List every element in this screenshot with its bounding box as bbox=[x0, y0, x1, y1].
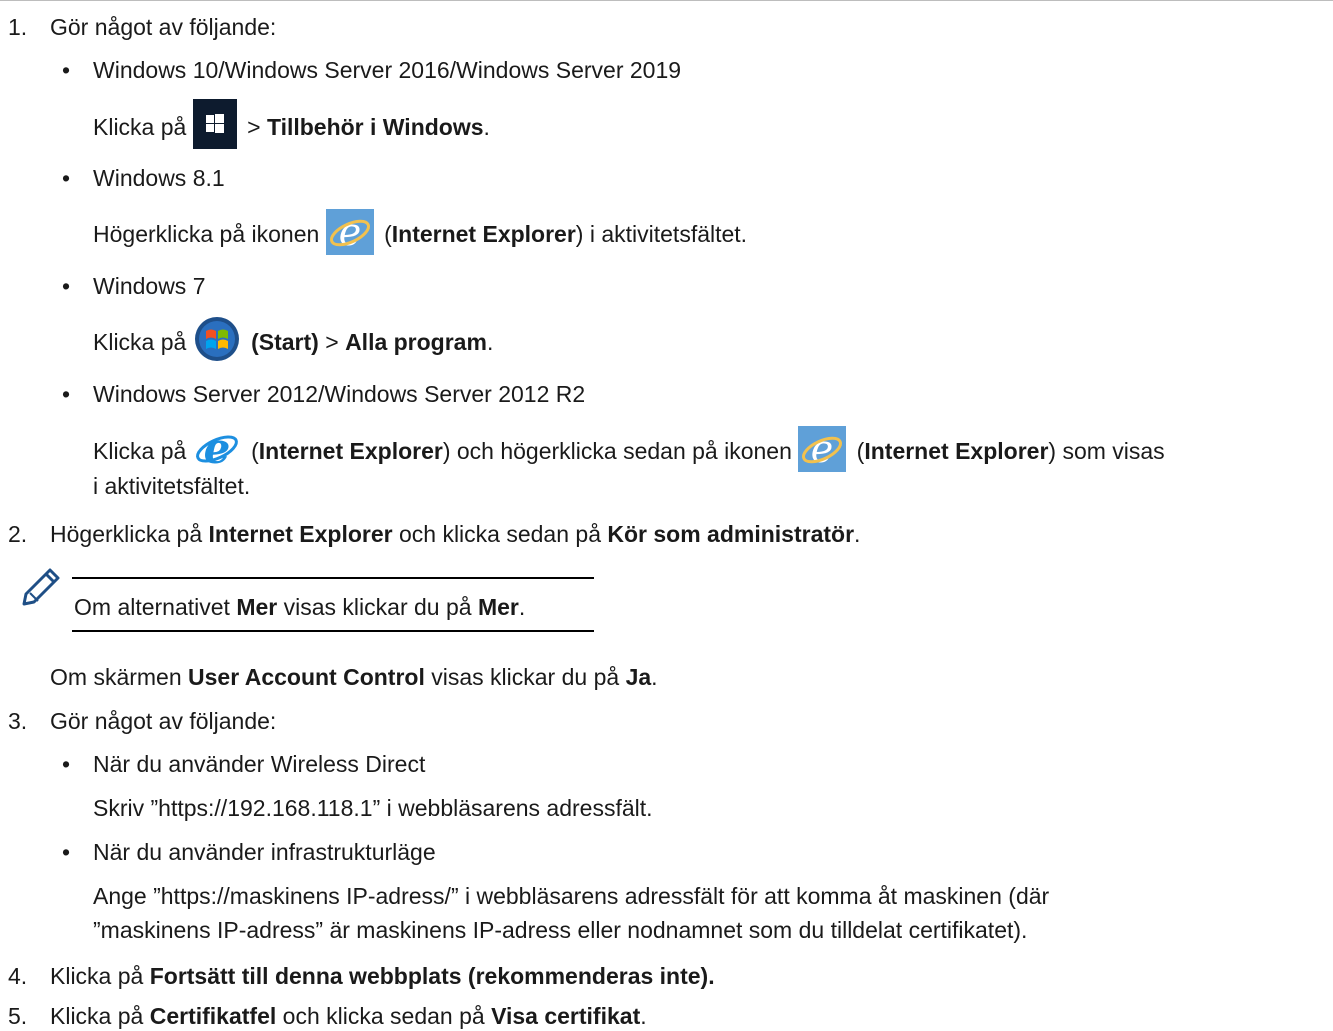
os-ws2012-title: Windows Server 2012/Windows Server 2012 … bbox=[93, 381, 586, 407]
step-5-text: Klicka på Certifikatfel och klicka sedan… bbox=[50, 1003, 647, 1029]
os-win7-instruction: Klicka på (Start) > Alla program. bbox=[93, 317, 493, 361]
step-3-number: 3. bbox=[8, 708, 28, 734]
bullet: • bbox=[62, 273, 71, 299]
os-win81-title: Windows 8.1 bbox=[93, 165, 225, 191]
internet-explorer-taskbar-icon: e bbox=[325, 209, 374, 255]
os-ws2012-instruction: Klicka på e (Internet Explorer) och höge… bbox=[93, 423, 1165, 473]
top-divider bbox=[0, 0, 1333, 1]
bullet: • bbox=[62, 839, 71, 865]
os-win10-instruction: Klicka på > Tillbehör i Windows. bbox=[93, 99, 490, 149]
step-4-number: 4. bbox=[8, 963, 28, 989]
mode-infrastructure-text-1: Ange ”https://maskinens IP-adress/” i we… bbox=[93, 883, 1050, 909]
os-ws2012-instruction-cont: i aktivitetsfältet. bbox=[93, 473, 251, 499]
bullet: • bbox=[62, 165, 71, 191]
uac-text: Om skärmen User Account Control visas kl… bbox=[50, 664, 658, 690]
step-2-text: Högerklicka på Internet Explorer och kli… bbox=[50, 521, 861, 547]
pencil-note-icon bbox=[20, 566, 62, 614]
step-5-number: 5. bbox=[8, 1003, 28, 1029]
windows-start-icon bbox=[192, 99, 237, 149]
bullet: • bbox=[62, 751, 71, 777]
step-4-text: Klicka på Fortsätt till denna webbplats … bbox=[50, 963, 715, 989]
internet-explorer-icon: e bbox=[192, 423, 241, 473]
mode-infrastructure-text-2: ”maskinens IP-adress” är maskinens IP-ad… bbox=[93, 917, 1028, 943]
note-text: Om alternativet Mer visas klickar du på … bbox=[74, 594, 526, 620]
bullet: • bbox=[62, 57, 71, 83]
windows7-start-orb-icon bbox=[193, 315, 241, 363]
svg-text:e: e bbox=[203, 424, 230, 473]
os-win7-title: Windows 7 bbox=[93, 273, 206, 299]
internet-explorer-taskbar-icon: e bbox=[798, 426, 847, 472]
note-bottom-rule bbox=[72, 630, 594, 632]
mode-wireless-direct-text: Skriv ”https://192.168.118.1” i webbläsa… bbox=[93, 795, 653, 821]
mode-infrastructure-title: När du använder infrastrukturläge bbox=[93, 839, 436, 865]
mode-wireless-direct-title: När du använder Wireless Direct bbox=[93, 751, 426, 777]
step-1-text: Gör något av följande: bbox=[50, 14, 277, 40]
step-1-number: 1. bbox=[8, 14, 28, 40]
step-3-text: Gör något av följande: bbox=[50, 708, 277, 734]
os-win10-title: Windows 10/Windows Server 2016/Windows S… bbox=[93, 57, 682, 83]
bullet: • bbox=[62, 381, 71, 407]
svg-text:e: e bbox=[811, 427, 834, 471]
os-win81-instruction: Högerklicka på ikonen e (Internet Explor… bbox=[93, 209, 748, 255]
note-top-rule bbox=[72, 577, 594, 579]
step-2-number: 2. bbox=[8, 521, 28, 547]
svg-text:e: e bbox=[338, 210, 361, 254]
